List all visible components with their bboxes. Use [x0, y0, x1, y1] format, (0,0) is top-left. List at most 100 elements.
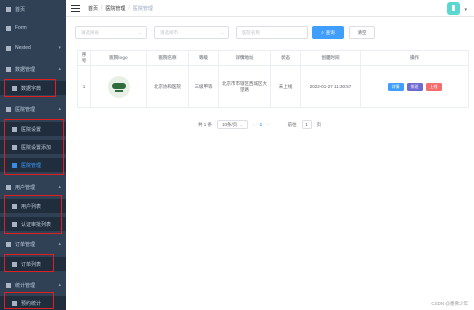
breadcrumb: 首页 / 医院管理 / 医院管理: [88, 5, 153, 12]
sidebar-item-order-list[interactable]: 订单列表: [0, 257, 66, 271]
sidebar-item-label: 医院管理: [15, 106, 36, 113]
sidebar-group-user[interactable]: 用户管理 ▴: [0, 180, 66, 194]
header-cell: 序号: [77, 51, 91, 65]
stats-icon: [6, 282, 11, 288]
sidebar-item-label: Form: [15, 25, 27, 31]
chevron-up-icon: ▴: [58, 241, 61, 247]
list-icon: [12, 261, 17, 267]
sidebar-group-stats[interactable]: 统计管理 ▴: [0, 278, 66, 292]
sidebar-item-label: 统计管理: [15, 282, 36, 289]
hospital-icon: [6, 106, 11, 112]
clear-button[interactable]: 清空: [349, 26, 375, 39]
breadcrumb-home[interactable]: 首页: [88, 5, 98, 12]
table-header: 序号 医院logo 医院名称 等级 详情地址 状态 创建时间 操作: [77, 51, 469, 66]
chevron-up-icon: ▴: [58, 184, 61, 190]
sidebar-item-hospset-add[interactable]: 医院设置添加: [0, 140, 66, 154]
cell-level: 三级甲等: [189, 66, 219, 107]
chevron-down-icon: ▾: [58, 45, 61, 51]
sidebar-item-label: 订单列表: [21, 261, 42, 268]
cell-index: 1: [77, 66, 91, 107]
province-select[interactable]: 请选择省 ⌄: [75, 26, 147, 39]
page-size-select[interactable]: 10条/页 ⌄: [217, 120, 249, 129]
sidebar-item-user-list[interactable]: 用户列表: [0, 199, 66, 213]
cell-created: 2022-01-27 11:30:57: [301, 66, 361, 107]
doc-icon: [12, 144, 17, 150]
pagination: 共 1 条 10条/页 ⌄ ‹ 1 › 前往 1 页: [198, 120, 321, 129]
sidebar-item-hosp-manage[interactable]: 医院管理: [0, 158, 66, 172]
search-icon: ⌕: [321, 30, 324, 35]
page-number-current[interactable]: 1: [260, 122, 263, 127]
header-cell: 等级: [189, 51, 219, 65]
data-icon: [6, 66, 11, 72]
list-icon: [12, 221, 17, 227]
next-page-button[interactable]: ›: [267, 122, 269, 127]
sidebar-item-label: 认证审批列表: [21, 221, 52, 228]
sidebar-item-dict[interactable]: 数据字典: [0, 81, 66, 95]
header-cell: 医院名称: [147, 51, 189, 65]
schedule-button[interactable]: 排班: [406, 82, 423, 91]
cell-address: 北京市市辖区西城区大望路: [219, 66, 271, 107]
page-size-value: 10条/页: [222, 121, 238, 127]
cell-status: 未上线: [271, 66, 301, 107]
pager-total: 共 1 条: [198, 121, 213, 127]
hospital-table: 序号 医院logo 医院名称 等级 详情地址 状态 创建时间 操作 1 北京协和…: [77, 50, 469, 108]
goto-page-input[interactable]: 1: [301, 120, 312, 129]
header-cell: 操作: [361, 51, 469, 65]
cell-ops: 详情 排班 上线: [361, 66, 469, 107]
top-navbar: 首页 / 医院管理 / 医院管理 ▾: [66, 0, 474, 17]
hamburger-icon[interactable]: [71, 4, 80, 12]
sidebar: 首页 Form Nested ▾ 数据管理 ▴ 数据字典 医院管理 ▴ 医院设置: [0, 0, 66, 310]
list-icon: [12, 203, 17, 209]
prev-page-button[interactable]: ‹: [253, 122, 255, 127]
nested-icon: [6, 45, 11, 51]
city-select[interactable]: 请选择市 ⌄: [154, 26, 229, 39]
sidebar-item-home[interactable]: 首页: [0, 2, 66, 16]
sidebar-group-hospital[interactable]: 医院管理 ▴: [0, 102, 66, 116]
caret-down-icon[interactable]: ▾: [464, 7, 467, 13]
avatar[interactable]: [447, 2, 460, 15]
sidebar-item-hospset[interactable]: 医院设置: [0, 122, 66, 136]
chevron-down-icon: ⌄: [138, 30, 142, 35]
breadcrumb-current: 医院管理: [132, 5, 153, 12]
query-button[interactable]: ⌕ 查询: [312, 26, 344, 39]
sidebar-item-form[interactable]: Form: [0, 21, 66, 35]
goto-label: 前往: [287, 121, 297, 127]
list-icon: [12, 162, 17, 168]
row-actions: 详情 排班 上线: [387, 82, 442, 91]
cell-logo: [91, 66, 147, 107]
page-suffix: 页: [316, 121, 322, 127]
query-label: 查询: [325, 29, 335, 35]
dict-icon: [12, 85, 17, 91]
province-placeholder: 请选择省: [81, 29, 99, 35]
city-placeholder: 请选择市: [160, 29, 178, 35]
online-button[interactable]: 上线: [425, 82, 442, 91]
chevron-up-icon: ▴: [58, 106, 61, 112]
chevron-down-icon: ⌄: [239, 121, 244, 127]
app-root: 首页 Form Nested ▾ 数据管理 ▴ 数据字典 医院管理 ▴ 医院设置: [0, 0, 474, 310]
breadcrumb-separator: /: [128, 5, 130, 11]
hospital-name-input[interactable]: 医院名称: [236, 26, 308, 39]
sidebar-item-label: 医院管理: [21, 162, 42, 169]
sidebar-item-appt-stats[interactable]: 预约统计: [0, 296, 66, 310]
form-icon: [6, 25, 11, 31]
chart-icon: [12, 300, 17, 306]
sidebar-item-label: 用户管理: [15, 184, 36, 191]
sidebar-item-label: 预约统计: [21, 300, 42, 307]
breadcrumb-separator: /: [101, 5, 103, 11]
table-row: 1 北京协和医院 三级甲等 北京市市辖区西城区大望路 未上线 2022-01-2…: [77, 66, 469, 108]
sidebar-group-order[interactable]: 订单管理 ▴: [0, 237, 66, 251]
sidebar-item-auth-list[interactable]: 认证审批列表: [0, 217, 66, 231]
header-cell: 详情地址: [219, 51, 271, 65]
list-icon: [12, 126, 17, 132]
detail-button[interactable]: 详情: [387, 82, 404, 91]
sidebar-group-data[interactable]: 数据管理 ▴: [0, 62, 66, 76]
home-icon: [6, 6, 11, 12]
sidebar-item-label: 订单管理: [15, 241, 36, 248]
header-cell: 创建时间: [301, 51, 361, 65]
sidebar-item-label: 数据管理: [15, 66, 36, 73]
watermark: CSDN @墨佛少年: [431, 301, 468, 306]
sidebar-item-label: Nested: [15, 45, 31, 51]
sidebar-item-label: 医院设置添加: [21, 144, 52, 151]
sidebar-item-nested[interactable]: Nested ▾: [0, 41, 66, 55]
header-cell: 状态: [271, 51, 301, 65]
